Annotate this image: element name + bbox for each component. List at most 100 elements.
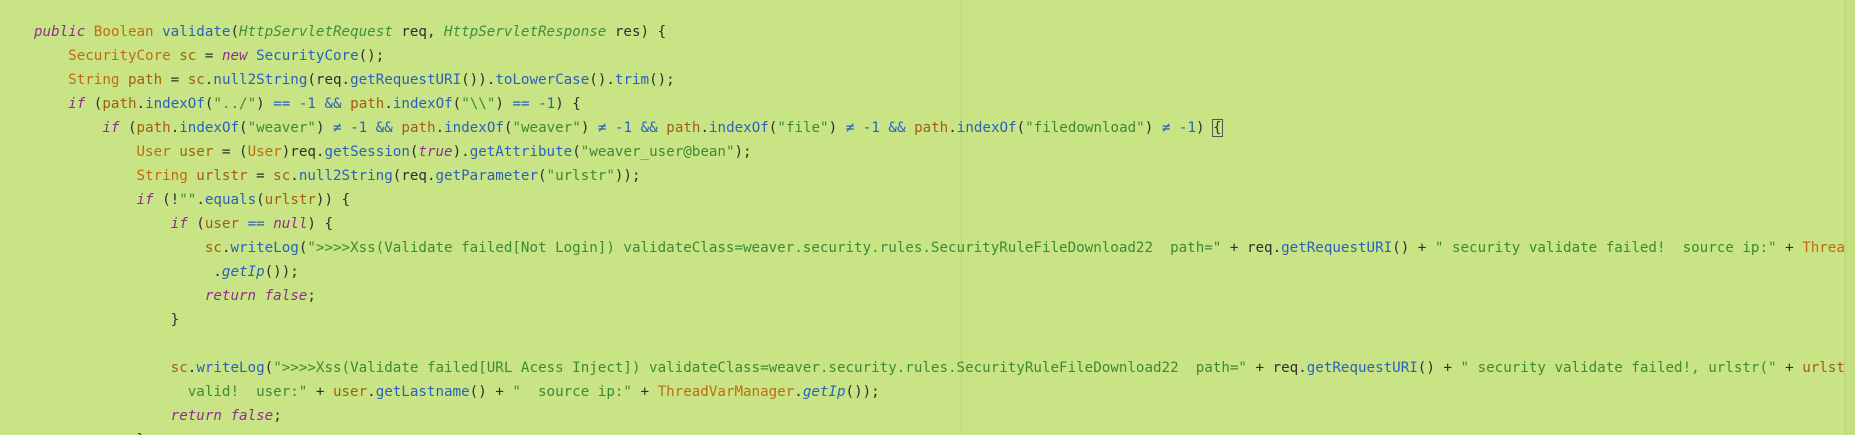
- code-token: .: [290, 168, 299, 184]
- code-line[interactable]: User user = (User)req.getSession(true).g…: [34, 140, 1855, 164]
- code-token: .: [435, 120, 445, 136]
- code-token: if: [136, 192, 154, 208]
- code-token: if: [170, 216, 188, 232]
- code-token: res) {: [606, 24, 667, 40]
- code-token: ≠: [845, 120, 855, 136]
- code-token: ): [315, 120, 334, 136]
- code-line[interactable]: return false;: [34, 404, 1855, 428]
- code-token: .: [948, 120, 957, 136]
- code-line[interactable]: if (path.indexOf("../") == -1 && path.in…: [34, 92, 1855, 116]
- code-token: ());: [264, 264, 299, 280]
- code-token: String: [136, 168, 188, 184]
- code-token: (req.: [307, 72, 351, 88]
- code-line[interactable]: valid! user:" + user.getLastname() + " s…: [34, 380, 1855, 404]
- code-token: =: [196, 48, 222, 64]
- code-token: ): [1144, 120, 1162, 136]
- code-token: trim: [614, 72, 650, 88]
- code-line[interactable]: String path = sc.null2String(req.getRequ…: [34, 68, 1855, 92]
- code-token: path: [127, 72, 163, 88]
- code-token: (: [572, 144, 581, 160]
- code-token: ): [580, 120, 598, 136]
- code-line[interactable]: [34, 332, 1855, 356]
- code-token: -1: [862, 120, 880, 136]
- code-area[interactable]: public Boolean validate(HttpServletReque…: [34, 20, 1855, 435]
- code-line[interactable]: if (!"".equals(urlstr)) {: [34, 188, 1855, 212]
- code-token: ();: [358, 48, 385, 64]
- code-token: null2String: [213, 72, 308, 88]
- code-token: sc: [204, 240, 222, 256]
- code-token: SecurityCore: [68, 48, 171, 64]
- code-token: " source ip:": [512, 384, 632, 400]
- vertical-scrollbar[interactable]: [1844, 0, 1855, 435]
- code-token: new: [221, 48, 248, 64]
- code-token: -1: [298, 96, 316, 112]
- code-token: ==: [247, 216, 265, 232]
- code-token: if: [102, 120, 120, 136]
- code-token: ;: [307, 288, 316, 304]
- code-line[interactable]: String urlstr = sc.null2String(req.getPa…: [34, 164, 1855, 188]
- code-line[interactable]: if (user == null) {: [34, 212, 1855, 236]
- code-token: .: [700, 120, 709, 136]
- code-token: (: [538, 168, 547, 184]
- code-token: writeLog: [196, 360, 265, 376]
- code-editor[interactable]: public Boolean validate(HttpServletReque…: [0, 0, 1855, 435]
- code-token: "weaver": [512, 120, 581, 136]
- code-token: ) {: [307, 216, 334, 232]
- code-line[interactable]: .getIp());: [34, 260, 1855, 284]
- code-token: .: [384, 96, 393, 112]
- code-token: "": [179, 192, 197, 208]
- code-token: .: [213, 264, 222, 280]
- code-token: ().: [589, 72, 615, 88]
- code-token: +: [631, 384, 658, 400]
- code-token: +: [1776, 360, 1803, 376]
- code-token: =: [247, 168, 274, 184]
- code-token: "urlstr": [546, 168, 615, 184]
- code-token: req,: [392, 24, 445, 40]
- code-token: getSession: [324, 144, 410, 160]
- code-token: .: [170, 120, 180, 136]
- code-line[interactable]: return false;: [34, 284, 1855, 308]
- code-line[interactable]: SecurityCore sc = new SecurityCore();: [34, 44, 1855, 68]
- code-line[interactable]: sc.writeLog(">>>>Xss(Validate failed[URL…: [34, 356, 1855, 380]
- code-line[interactable]: if (path.indexOf("weaver") ≠ -1 && path.…: [34, 116, 1855, 140]
- code-token: + req.: [1246, 360, 1307, 376]
- code-token: path: [350, 96, 385, 112]
- code-line[interactable]: }: [34, 308, 1855, 332]
- code-token: ;: [273, 408, 282, 424]
- code-token: return: [204, 288, 257, 304]
- code-line[interactable]: public Boolean validate(HttpServletReque…: [34, 20, 1855, 44]
- code-token: return: [170, 408, 222, 424]
- code-token: (: [230, 24, 240, 40]
- code-token: indexOf: [179, 120, 240, 136]
- code-token: "weaver": [247, 120, 316, 136]
- code-token: public: [34, 24, 86, 40]
- code-token: {: [1212, 119, 1223, 137]
- code-token: (req.: [392, 168, 436, 184]
- code-token: ThreadVarManager: [657, 384, 795, 400]
- code-token: getRequestURI: [1281, 240, 1393, 256]
- code-token: true: [418, 144, 453, 160]
- code-token: " security validate failed!, urlstr(": [1460, 360, 1777, 376]
- code-token: &&: [324, 96, 342, 112]
- code-token: null: [273, 216, 308, 232]
- code-token: validate: [162, 24, 231, 40]
- code-line[interactable]: sc.writeLog(">>>>Xss(Validate failed[Not…: [34, 236, 1855, 260]
- code-token: sc: [187, 72, 205, 88]
- code-token: false: [230, 408, 274, 424]
- code-token: .: [794, 384, 803, 400]
- code-token: getParameter: [435, 168, 539, 184]
- code-token: (: [264, 360, 274, 376]
- code-line[interactable]: }: [34, 428, 1855, 435]
